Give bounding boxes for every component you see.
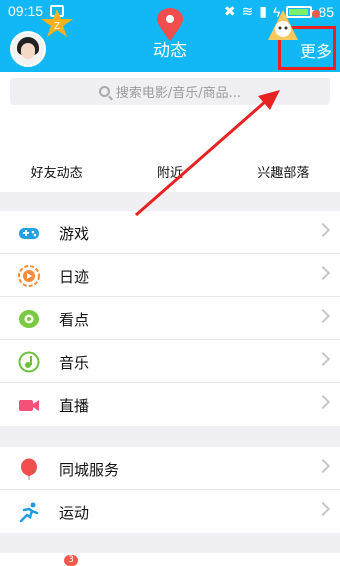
battery-percent: 85	[318, 3, 334, 20]
chevron-right-icon	[315, 394, 331, 410]
quick-nearby-label: 附近	[156, 166, 183, 181]
chevron-right-icon	[315, 501, 331, 517]
tribe-icon	[268, 10, 298, 40]
list-item-live[interactable]: 直播	[0, 383, 340, 426]
video-camera-icon	[19, 400, 39, 411]
gamepad-icon	[19, 228, 39, 239]
list-item-diary[interactable]: 日迹	[0, 254, 340, 297]
quick-friends-feed[interactable]: 好友动态	[0, 112, 113, 192]
list-label: 游戏	[59, 225, 90, 243]
list-item-game[interactable]: 游戏	[0, 211, 340, 254]
list-item-sports[interactable]: 运动	[0, 490, 340, 533]
unread-badge: 3	[64, 555, 78, 566]
chevron-right-icon	[315, 308, 331, 324]
chevron-right-icon	[315, 351, 331, 367]
eye-icon	[19, 310, 39, 328]
list-label: 直播	[59, 397, 90, 415]
search-bar: 搜索电影/音乐/商品...	[0, 72, 340, 112]
search-input[interactable]: 搜索电影/音乐/商品...	[10, 78, 330, 105]
location-pin-icon	[157, 8, 183, 41]
balloon-icon	[21, 458, 37, 480]
music-icon	[18, 351, 40, 373]
list-item-music[interactable]: 音乐	[0, 340, 340, 383]
diary-icon	[18, 265, 40, 287]
list-label: 音乐	[59, 354, 90, 372]
chevron-right-icon	[315, 458, 331, 474]
running-icon	[19, 502, 39, 523]
list-label: 运动	[59, 504, 90, 522]
list-label: 看点	[59, 311, 90, 329]
mute-icon: ✖	[223, 3, 236, 19]
quick-tribe-label: 兴趣部落	[257, 166, 310, 181]
chevron-right-icon	[315, 265, 331, 281]
search-placeholder: 搜索电影/音乐/商品...	[115, 86, 242, 101]
feature-list: 游戏 日迹 看点 音乐 直播	[0, 211, 340, 426]
feature-list-2: 同城服务 运动	[0, 447, 340, 533]
search-icon	[98, 86, 110, 97]
notification-dot	[312, 10, 320, 18]
list-label: 日迹	[59, 268, 90, 286]
quick-access: 好友动态 附近 兴趣部落	[0, 112, 340, 192]
star-icon: Z	[41, 9, 73, 37]
bottom-tab-bar	[0, 553, 340, 566]
quick-friends-label: 好友动态	[30, 166, 83, 181]
list-item-watch[interactable]: 看点	[0, 297, 340, 340]
quick-nearby[interactable]: 附近	[113, 112, 226, 192]
svg-text:Z: Z	[54, 21, 60, 32]
list-label: 同城服务	[59, 461, 120, 479]
quick-interest-tribe[interactable]: 兴趣部落	[227, 112, 340, 192]
list-item-local-services[interactable]: 同城服务	[0, 447, 340, 490]
wifi-icon: ≋	[241, 3, 254, 19]
status-time: 09:15	[8, 3, 44, 19]
chevron-right-icon	[315, 222, 331, 238]
